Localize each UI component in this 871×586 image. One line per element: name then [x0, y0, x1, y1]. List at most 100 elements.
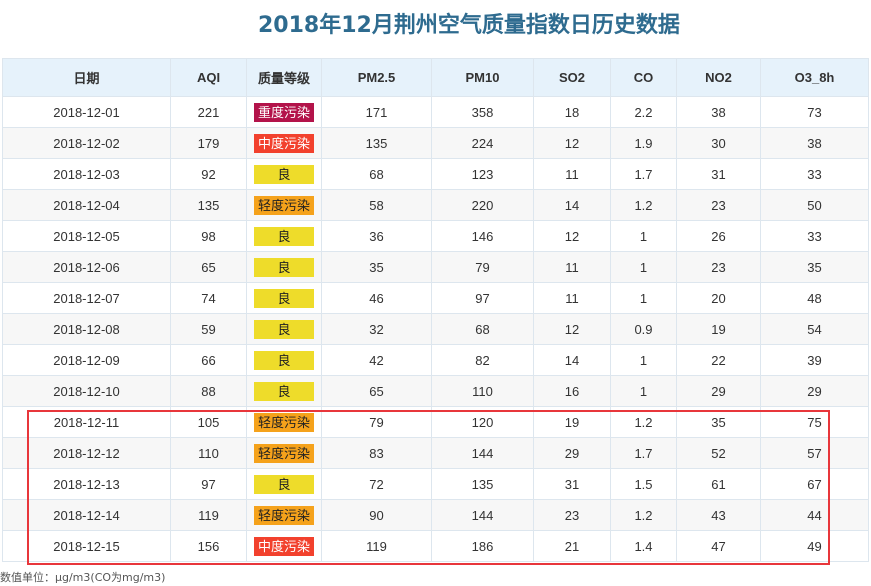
table-row: 2018-12-04 135 轻度污染 58 220 14 1.2 23 50 — [2, 189, 869, 221]
cell-no2: 38 — [676, 96, 761, 128]
cell-co: 1.2 — [610, 189, 677, 221]
level-badge: 轻度污染 — [254, 443, 314, 463]
cell-pm10: 120 — [431, 406, 534, 438]
cell-o3: 33 — [760, 158, 869, 190]
cell-co: 0.9 — [610, 313, 677, 345]
column-header-o3: O3_8h — [760, 58, 869, 97]
cell-level: 良 — [246, 251, 322, 283]
cell-level: 轻度污染 — [246, 437, 322, 469]
cell-date: 2018-12-08 — [2, 313, 171, 345]
cell-pm10: 358 — [431, 96, 534, 128]
cell-date: 2018-12-04 — [2, 189, 171, 221]
cell-aqi: 119 — [170, 499, 247, 531]
cell-pm25: 119 — [321, 530, 432, 562]
cell-level: 轻度污染 — [246, 189, 322, 221]
cell-no2: 23 — [676, 189, 761, 221]
cell-date: 2018-12-12 — [2, 437, 171, 469]
cell-level: 轻度污染 — [246, 406, 322, 438]
cell-o3: 48 — [760, 282, 869, 314]
cell-no2: 61 — [676, 468, 761, 500]
cell-date: 2018-12-07 — [2, 282, 171, 314]
cell-pm25: 83 — [321, 437, 432, 469]
cell-o3: 50 — [760, 189, 869, 221]
cell-so2: 12 — [533, 127, 611, 159]
cell-so2: 14 — [533, 344, 611, 376]
level-badge: 良 — [254, 474, 314, 494]
cell-no2: 20 — [676, 282, 761, 314]
level-badge: 良 — [254, 319, 314, 339]
cell-o3: 44 — [760, 499, 869, 531]
cell-so2: 19 — [533, 406, 611, 438]
cell-co: 1.9 — [610, 127, 677, 159]
cell-o3: 35 — [760, 251, 869, 283]
cell-aqi: 66 — [170, 344, 247, 376]
cell-no2: 22 — [676, 344, 761, 376]
level-badge: 轻度污染 — [254, 412, 314, 432]
cell-level: 良 — [246, 375, 322, 407]
cell-pm25: 35 — [321, 251, 432, 283]
cell-no2: 19 — [676, 313, 761, 345]
cell-date: 2018-12-11 — [2, 406, 171, 438]
table-row: 2018-12-09 66 良 42 82 14 1 22 39 — [2, 344, 869, 376]
cell-pm10: 146 — [431, 220, 534, 252]
level-badge: 轻度污染 — [254, 195, 314, 215]
cell-date: 2018-12-15 — [2, 530, 171, 562]
cell-pm10: 144 — [431, 499, 534, 531]
unit-footnote: 数值单位：μg/m3(CO为mg/m3) — [0, 571, 166, 584]
cell-co: 1 — [610, 282, 677, 314]
cell-pm25: 68 — [321, 158, 432, 190]
cell-so2: 14 — [533, 189, 611, 221]
column-header-co: CO — [610, 58, 677, 97]
cell-so2: 12 — [533, 313, 611, 345]
cell-so2: 16 — [533, 375, 611, 407]
air-quality-table: 日期 AQI 质量等级 PM2.5 PM10 SO2 CO NO2 O3_8h … — [2, 58, 869, 562]
cell-aqi: 74 — [170, 282, 247, 314]
cell-no2: 23 — [676, 251, 761, 283]
cell-pm25: 171 — [321, 96, 432, 128]
cell-so2: 11 — [533, 251, 611, 283]
column-header-aqi: AQI — [170, 58, 247, 97]
table-row: 2018-12-15 156 中度污染 119 186 21 1.4 47 49 — [2, 530, 869, 562]
cell-pm10: 123 — [431, 158, 534, 190]
cell-aqi: 59 — [170, 313, 247, 345]
table-row: 2018-12-03 92 良 68 123 11 1.7 31 33 — [2, 158, 869, 190]
cell-co: 2.2 — [610, 96, 677, 128]
cell-o3: 39 — [760, 344, 869, 376]
cell-aqi: 135 — [170, 189, 247, 221]
cell-pm10: 68 — [431, 313, 534, 345]
cell-date: 2018-12-13 — [2, 468, 171, 500]
cell-aqi: 156 — [170, 530, 247, 562]
cell-pm10: 82 — [431, 344, 534, 376]
cell-level: 良 — [246, 220, 322, 252]
cell-pm10: 135 — [431, 468, 534, 500]
cell-co: 1 — [610, 344, 677, 376]
header-row: 日期 AQI 质量等级 PM2.5 PM10 SO2 CO NO2 O3_8h — [2, 58, 869, 97]
cell-o3: 29 — [760, 375, 869, 407]
cell-date: 2018-12-02 — [2, 127, 171, 159]
table-row: 2018-12-08 59 良 32 68 12 0.9 19 54 — [2, 313, 869, 345]
column-header-pm10: PM10 — [431, 58, 534, 97]
cell-date: 2018-12-03 — [2, 158, 171, 190]
cell-aqi: 98 — [170, 220, 247, 252]
cell-aqi: 97 — [170, 468, 247, 500]
cell-o3: 33 — [760, 220, 869, 252]
cell-o3: 75 — [760, 406, 869, 438]
cell-level: 中度污染 — [246, 127, 322, 159]
cell-no2: 26 — [676, 220, 761, 252]
cell-pm25: 32 — [321, 313, 432, 345]
cell-co: 1.2 — [610, 499, 677, 531]
cell-co: 1.5 — [610, 468, 677, 500]
cell-pm25: 46 — [321, 282, 432, 314]
cell-no2: 30 — [676, 127, 761, 159]
cell-aqi: 92 — [170, 158, 247, 190]
cell-o3: 54 — [760, 313, 869, 345]
level-badge: 中度污染 — [254, 133, 314, 153]
cell-so2: 18 — [533, 96, 611, 128]
cell-so2: 12 — [533, 220, 611, 252]
cell-level: 良 — [246, 344, 322, 376]
cell-pm10: 110 — [431, 375, 534, 407]
column-header-pm25: PM2.5 — [321, 58, 432, 97]
table-row: 2018-12-13 97 良 72 135 31 1.5 61 67 — [2, 468, 869, 500]
table-row: 2018-12-07 74 良 46 97 11 1 20 48 — [2, 282, 869, 314]
cell-pm25: 79 — [321, 406, 432, 438]
